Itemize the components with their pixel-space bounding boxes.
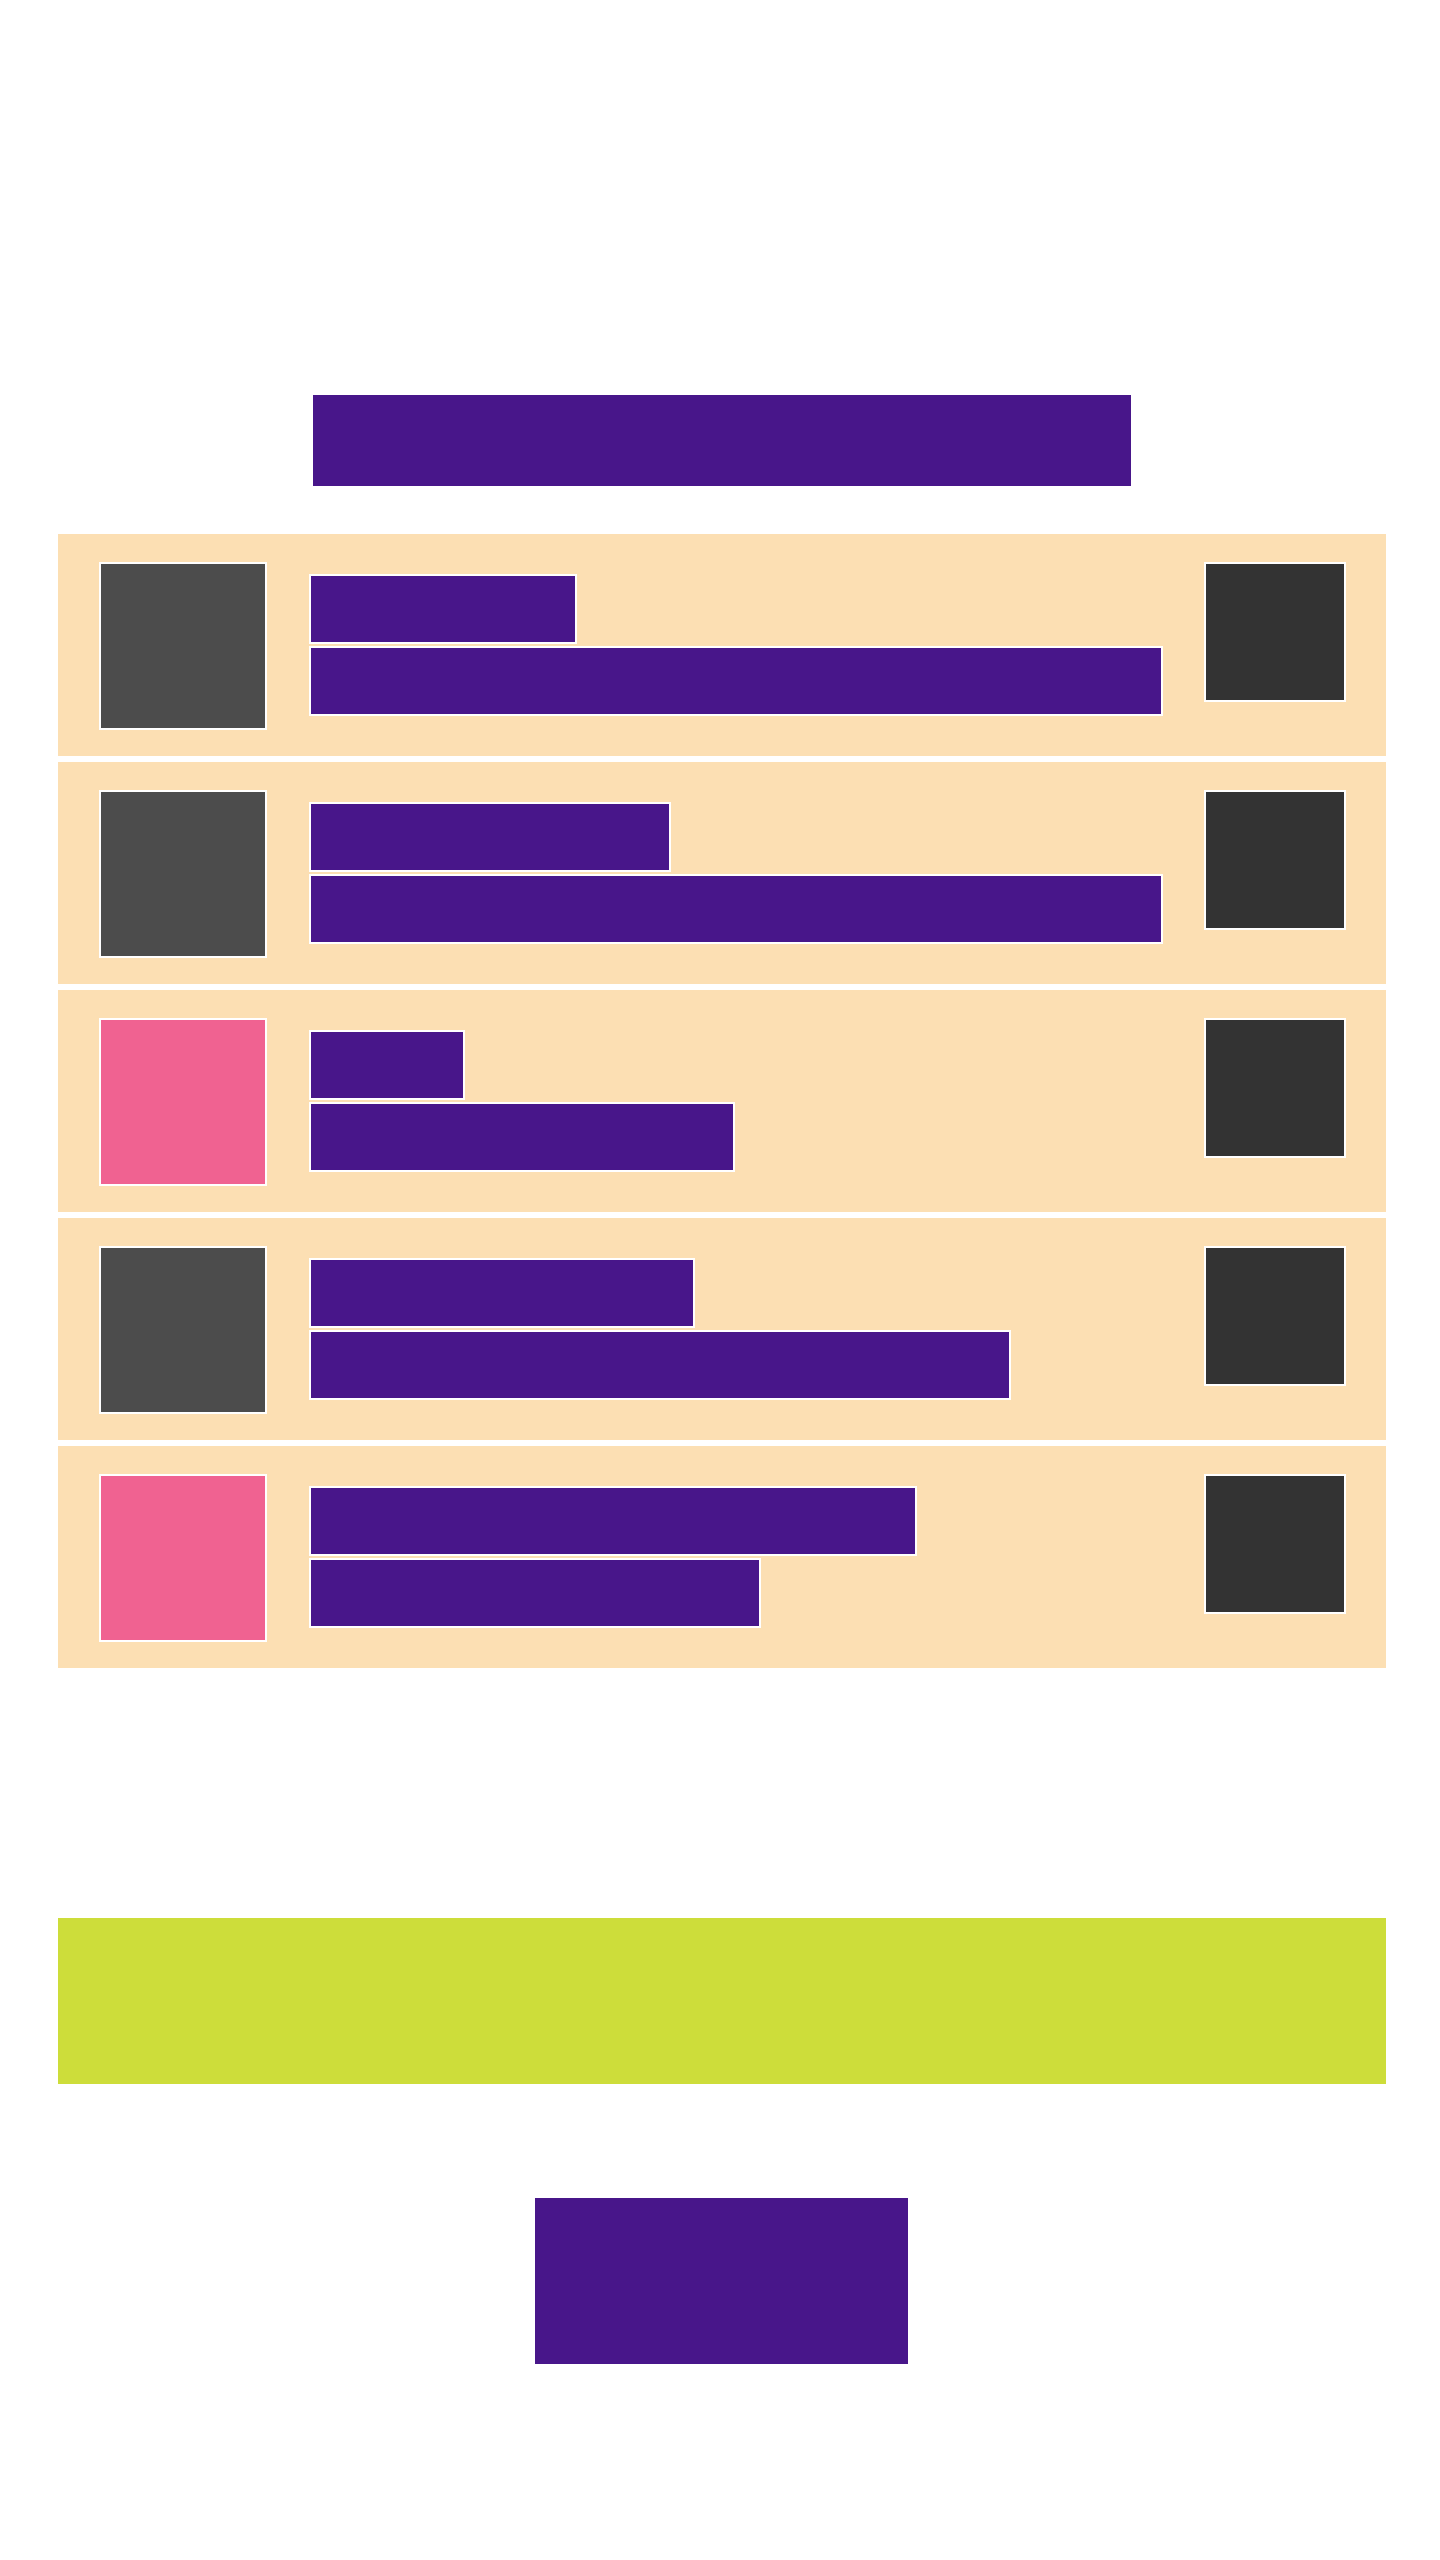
item-thumbnail — [99, 1474, 267, 1642]
item-thumbnail — [99, 790, 267, 958]
item-thumbnail — [99, 1246, 267, 1414]
list-item[interactable] — [58, 1218, 1386, 1440]
item-action-button[interactable] — [1204, 790, 1346, 930]
banner — [58, 1918, 1386, 2084]
item-action-button[interactable] — [1204, 1474, 1346, 1614]
item-title — [309, 1258, 695, 1328]
item-list — [58, 534, 1386, 1674]
item-subtitle — [309, 646, 1163, 716]
list-item[interactable] — [58, 762, 1386, 984]
item-title — [309, 1486, 917, 1556]
item-subtitle — [309, 1330, 1011, 1400]
item-subtitle — [309, 1558, 761, 1628]
item-action-button[interactable] — [1204, 1018, 1346, 1158]
item-subtitle — [309, 1102, 735, 1172]
item-thumbnail — [99, 562, 267, 730]
list-item[interactable] — [58, 1446, 1386, 1668]
page-title — [313, 395, 1131, 486]
item-title — [309, 574, 577, 644]
list-item[interactable] — [58, 534, 1386, 756]
item-action-button[interactable] — [1204, 1246, 1346, 1386]
item-thumbnail — [99, 1018, 267, 1186]
list-item[interactable] — [58, 990, 1386, 1212]
item-title — [309, 802, 671, 872]
item-title — [309, 1030, 465, 1100]
item-action-button[interactable] — [1204, 562, 1346, 702]
item-subtitle — [309, 874, 1163, 944]
primary-button[interactable] — [535, 2198, 908, 2364]
